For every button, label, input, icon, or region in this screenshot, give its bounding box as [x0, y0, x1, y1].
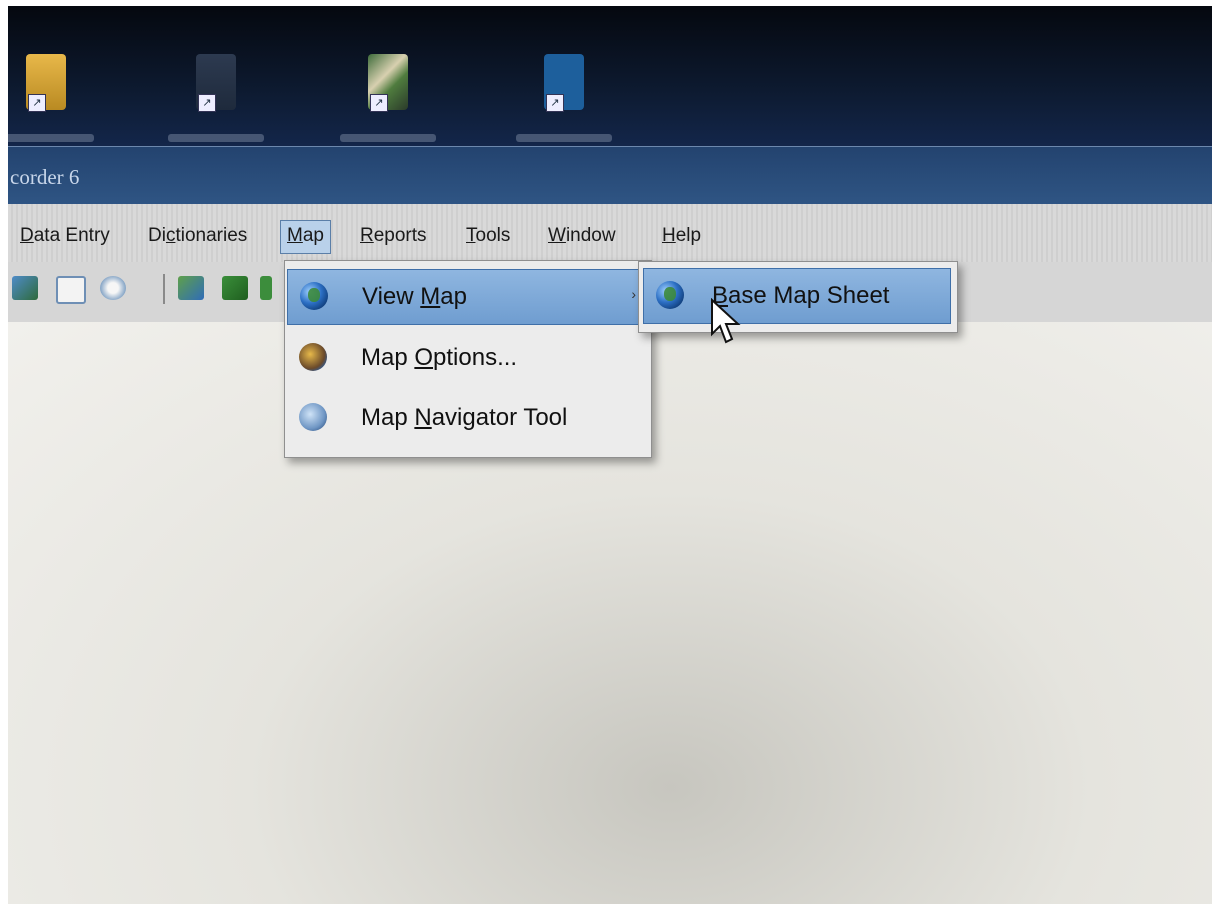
shortcut-arrow-icon: ↗: [28, 94, 46, 112]
shortcut-arrow-icon: ↗: [546, 94, 564, 112]
desktop-folder-shortcut-icon[interactable]: ↗: [8, 46, 94, 142]
desktop-icon-caption: [168, 134, 264, 142]
desktop-icon-caption: [8, 134, 94, 142]
desktop-map-shortcut-icon[interactable]: ↗: [340, 46, 436, 142]
toolbar-image-icon[interactable]: [12, 276, 38, 300]
toolbar-separator: [163, 274, 165, 304]
submenu-arrow-icon: ›: [631, 286, 636, 302]
menu-help[interactable]: Help: [656, 220, 707, 252]
menu-map-navigator-tool[interactable]: Map Navigator Tool: [287, 391, 649, 445]
window-title: corder 6: [10, 165, 80, 189]
map-navigator-tool-label: Map Navigator Tool: [361, 404, 568, 431]
desktop-s-app-shortcut-icon[interactable]: ↗: [516, 46, 612, 142]
screen: ↗ ↗ ↗ ↗ corder 6 Data Entry Dictionaries…: [8, 6, 1212, 904]
desktop-strip: ↗ ↗ ↗ ↗: [8, 6, 1212, 146]
globe-icon: [656, 281, 684, 309]
desktop-person-shortcut-icon[interactable]: ↗: [168, 46, 264, 142]
map-options-icon: [299, 343, 327, 371]
map-options-label: Map Options...: [361, 344, 518, 371]
navigator-icon: [299, 403, 327, 431]
toolbar-map-icon[interactable]: [222, 276, 248, 300]
shortcut-arrow-icon: ↗: [198, 94, 216, 112]
toolbar-partial-icon[interactable]: [260, 276, 272, 300]
menu-window[interactable]: Window: [542, 220, 622, 252]
map-dropdown-menu: View Map › Map Options... Map Navigator …: [284, 260, 652, 458]
view-map-submenu: Base Map Sheet: [638, 261, 958, 333]
menu-tools[interactable]: Tools: [460, 220, 516, 252]
toolbar-network-icon[interactable]: [178, 276, 204, 300]
menu-dictionaries[interactable]: Dictionaries: [142, 220, 253, 252]
shortcut-arrow-icon: ↗: [370, 94, 388, 112]
desktop-icon-caption: [340, 134, 436, 142]
menu-data-entry[interactable]: Data Entry: [14, 220, 116, 252]
globe-icon: [300, 282, 328, 310]
title-bar: corder 6: [8, 146, 1212, 205]
toolbar-window-icon[interactable]: [56, 276, 86, 304]
mouse-cursor-icon: [711, 298, 741, 344]
desktop-icon-caption: [516, 134, 612, 142]
menu-map-options[interactable]: Map Options...: [287, 331, 649, 385]
menu-view-map[interactable]: View Map ›: [287, 269, 651, 325]
toolbar-tag-icon[interactable]: [100, 276, 126, 300]
view-map-label: View Map: [362, 283, 467, 310]
menu-reports[interactable]: Reports: [354, 220, 433, 252]
menu-map[interactable]: Map: [280, 220, 331, 254]
menu-base-map-sheet[interactable]: Base Map Sheet: [643, 268, 951, 324]
menu-bar: Data Entry Dictionaries Map Reports Tool…: [8, 204, 1212, 263]
